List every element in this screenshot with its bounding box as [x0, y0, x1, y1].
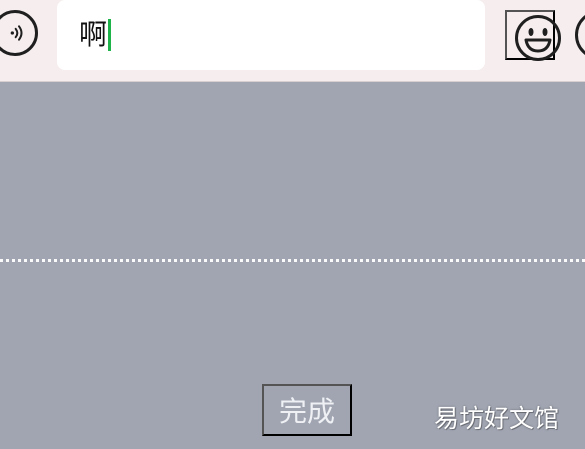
chat-input-screen: 啊 完成 易坊好文馆: [0, 0, 585, 449]
message-text-field[interactable]: 啊: [57, 0, 485, 70]
dotted-divider: [0, 259, 585, 262]
voice-input-button[interactable]: [0, 10, 38, 56]
emoji-button[interactable]: [505, 10, 561, 61]
more-options-button[interactable]: [575, 10, 585, 60]
done-button[interactable]: 完成: [262, 384, 352, 436]
chat-input-bar: 啊: [0, 0, 585, 82]
voice-wave-icon: [10, 25, 23, 41]
watermark-text: 易坊好文馆: [433, 404, 559, 433]
typed-message-text: 啊: [79, 18, 108, 51]
text-cursor: [108, 19, 112, 51]
smile-emoji-icon: [515, 15, 561, 61]
keyboard-panel: 完成: [0, 82, 585, 449]
